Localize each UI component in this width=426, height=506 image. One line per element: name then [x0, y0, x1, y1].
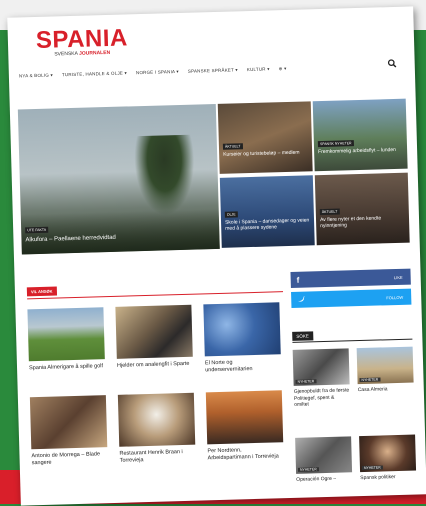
article-image: [27, 307, 105, 362]
hero-main-article[interactable]: UTE FAKTA Alkufora – Paellaene herredvid…: [17, 103, 220, 255]
article-card[interactable]: Restaurant Henrik Braan i Torrevieja: [117, 392, 196, 465]
nav-item-norge[interactable]: NORGE I SPANIA ▾: [136, 69, 179, 76]
hero-tile-title[interactable]: Fremkommelig arbeidsflyt – lunden: [318, 147, 403, 155]
site-logo[interactable]: SPANIA SVENSKA JOURNALEN: [35, 24, 129, 57]
sidebar-tag: NYHETER: [297, 467, 319, 472]
search-icon[interactable]: [387, 59, 397, 70]
hero-tile-title[interactable]: Av flere nyter et den kendte nyinntjenin…: [320, 215, 405, 229]
article-image: [205, 390, 284, 445]
article-title[interactable]: Spania Almerigare å spille golf: [29, 363, 105, 372]
sidebar-article-image: NYHETER: [356, 346, 414, 385]
nav-item-turiste[interactable]: TURISTE, HANDLE & OLJE ▾: [62, 70, 127, 78]
hero-tile-1[interactable]: ÅKTUELT Kurseier og turistebeløp – medle…: [217, 101, 313, 174]
article-image: [29, 395, 108, 450]
article-title[interactable]: Hjelder om analengfit i Sparte: [117, 361, 193, 370]
nav-item-nya[interactable]: NYA & BOLIG ▾: [19, 73, 53, 80]
article-card[interactable]: Spania Almerigare å spille golf: [27, 307, 105, 372]
hero-tile-tag: SPANSK NYHETER: [317, 140, 354, 148]
sidebar-article-image: NYHETER: [295, 436, 353, 474]
hero-tile-4[interactable]: ÅKTUELT Av flere nyter et den kendte nyi…: [314, 172, 410, 246]
logo-sub-prefix: SVENSKA: [54, 50, 78, 58]
hero-tile-tag: OLJE: [224, 211, 238, 218]
article-title[interactable]: Antonio de Morrega – Blade sangere: [31, 451, 107, 467]
printed-page: SPANIA SVENSKA JOURNALEN NYA & BOLIG ▾ T…: [7, 6, 426, 506]
nav-item-more[interactable]: ⊕ ▾: [279, 66, 287, 72]
sidebar-tag: NYHETER: [361, 465, 383, 471]
facebook-button[interactable]: f LIKE: [290, 268, 411, 288]
sidebar-article[interactable]: NYHETER Gjenopbuldt fra de første Politi…: [292, 348, 351, 408]
article-image: [115, 304, 193, 359]
sidebar-article-image: NYHETER: [359, 434, 417, 473]
sidebar-tag: NYHETER: [295, 379, 317, 384]
article-card[interactable]: Antonio de Morrega – Blade sangere: [29, 395, 108, 467]
section-title: VIL ANSØK: [26, 286, 57, 297]
palm-tree-image: [133, 134, 196, 217]
logo-text: SPANIA: [35, 24, 129, 54]
article-title[interactable]: Restaurant Henrik Braan i Torrevieja: [119, 449, 195, 465]
sidebar-article-image: NYHETER: [292, 348, 350, 386]
nav-item-spraket[interactable]: SPANSKE SPRÅKET ▾: [188, 67, 238, 74]
hero-tile-title[interactable]: Skole i Spania – dansedager og veien med…: [225, 217, 310, 231]
main-nav: NYA & BOLIG ▾ TURISTE, HANDLE & OLJE ▾ N…: [19, 59, 409, 84]
sidebar-heading: SÖKE: [292, 331, 313, 341]
hero-grid: UTE FAKTA Alkufora – Paellaene herredvid…: [17, 98, 410, 255]
nav-item-kultur[interactable]: KULTUR ▾: [247, 66, 270, 73]
article-card[interactable]: El Norte og underservernitarien: [203, 302, 281, 374]
sidebar-article[interactable]: NYHETER Casa Almeria: [356, 346, 414, 394]
article-image: [203, 302, 281, 357]
hero-tile-3[interactable]: OLJE Skole i Spania – dansedager og veie…: [219, 175, 315, 248]
sidebar-article[interactable]: NYHETER Spansk politiker: [359, 434, 417, 482]
facebook-count: LIKE: [393, 274, 403, 280]
twitter-count: FOLLOW: [386, 294, 404, 300]
logo-sub-brand: JOURNALEN: [78, 49, 111, 57]
hero-main-tag: UTE FAKTA: [25, 226, 49, 234]
logo-subtitle: SVENSKA JOURNALEN: [54, 50, 110, 58]
sidebar-article-title[interactable]: Casa Almeria: [358, 386, 414, 394]
sidebar-article-title[interactable]: Gjenopbuldt fra de første Politiegef, sp…: [294, 387, 351, 408]
twitter-icon: [297, 295, 305, 304]
twitter-button[interactable]: FOLLOW: [291, 288, 412, 308]
facebook-icon: f: [296, 275, 300, 285]
hero-tile-tag: ÅKTUELT: [222, 143, 243, 150]
section-rule: [27, 291, 284, 300]
sidebar-article-title[interactable]: Operación Ogre –: [296, 475, 352, 483]
article-card[interactable]: Per Nordtenn, Arbeidspartimann i Torrevi…: [205, 390, 284, 462]
article-title[interactable]: Per Nordtenn, Arbeidspartimann i Torrevi…: [207, 446, 283, 462]
article-image: [117, 392, 196, 447]
hero-tile-title[interactable]: Kurseier og turistebeløp – medlem: [223, 149, 308, 158]
sidebar-article[interactable]: NYHETER Operación Ogre –: [295, 436, 353, 483]
hero-tile-tag: ÅKTUELT: [319, 208, 340, 216]
article-title[interactable]: El Norte og underservernitarien: [205, 358, 281, 374]
hero-tile-2[interactable]: SPANSK NYHETER Fremkommelig arbeidsflyt …: [312, 98, 408, 172]
sidebar-tag: NYHETER: [359, 377, 381, 383]
article-card[interactable]: Hjelder om analengfit i Sparte: [115, 304, 193, 370]
sidebar-article-title[interactable]: Spansk politiker: [360, 474, 416, 482]
